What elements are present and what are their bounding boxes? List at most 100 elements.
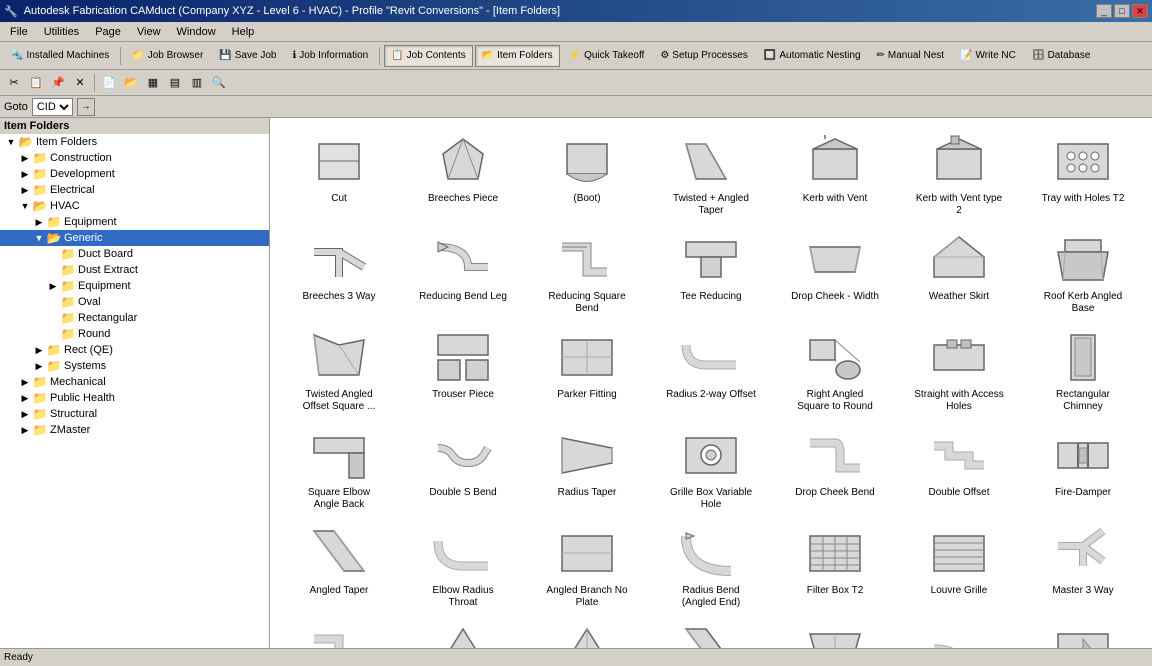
tree-dust-extract[interactable]: 📁 Dust Extract xyxy=(0,262,269,278)
list-item[interactable]: Reducing Bend Leg xyxy=(402,224,524,320)
list-item[interactable]: Kerb with Vent type 2 xyxy=(898,126,1020,222)
list-item[interactable]: Straight with Access Holes xyxy=(898,322,1020,418)
list-item[interactable]: Breeches 3 Way xyxy=(278,224,400,320)
menu-view[interactable]: View xyxy=(131,24,167,40)
quick-takeoff-button[interactable]: ⚡ Quick Takeoff xyxy=(562,45,652,67)
expander[interactable]: ▶ xyxy=(32,361,46,372)
minimize-button[interactable]: _ xyxy=(1096,4,1112,18)
list-item[interactable]: Roof Kerb Angled Base xyxy=(1022,224,1144,320)
tree-rect-qe[interactable]: ▶ 📁 Rect (QE) xyxy=(0,342,269,358)
view3-button[interactable]: ▥ xyxy=(187,73,207,93)
list-item[interactable]: Twisted Angled Offset Square ... xyxy=(278,322,400,418)
menu-window[interactable]: Window xyxy=(171,24,222,40)
search-button[interactable]: 🔍 xyxy=(209,73,229,93)
list-item[interactable]: Tray with Holes T2 xyxy=(1022,126,1144,222)
list-item[interactable]: Double S Bend xyxy=(402,420,524,516)
tree-equipment[interactable]: ▶ 📁 Equipment xyxy=(0,214,269,230)
list-item[interactable]: Grille Box Variable Hole xyxy=(650,420,772,516)
expander[interactable]: ▶ xyxy=(32,217,46,228)
list-item[interactable]: Angled Branch Plate xyxy=(1022,616,1144,648)
goto-select[interactable]: CID xyxy=(32,98,73,116)
list-item[interactable]: Rectangular Chimney xyxy=(1022,322,1144,418)
list-item[interactable]: Square Elbow Angle Back xyxy=(278,420,400,516)
list-item[interactable]: Drop Cheek Bend xyxy=(774,420,896,516)
job-contents-button[interactable]: 📋 Job Contents xyxy=(384,45,472,67)
manual-nest-button[interactable]: ✏ Manual Nest xyxy=(870,45,952,67)
list-item[interactable]: Angled Branch No Plate xyxy=(526,518,648,614)
list-item[interactable]: Kerb with Vent xyxy=(774,126,896,222)
installed-machines-button[interactable]: 🔩 Installed Machines xyxy=(4,45,116,67)
list-item[interactable]: Master 3 Way xyxy=(1022,518,1144,614)
list-item[interactable]: Reducing xyxy=(774,616,896,648)
item-grid-scroll[interactable]: Cut Breeches Piece xyxy=(270,118,1152,648)
job-browser-button[interactable]: 📁 Job Browser xyxy=(125,45,210,67)
tree-equipment2[interactable]: ▶ 📁 Equipment xyxy=(0,278,269,294)
window-controls[interactable]: _ □ ✕ xyxy=(1096,4,1148,18)
tree-systems[interactable]: ▶ 📁 Systems xyxy=(0,358,269,374)
tree-electrical[interactable]: ▶ 📁 Electrical xyxy=(0,182,269,198)
tree-generic[interactable]: ▼ 📂 Generic xyxy=(0,230,269,246)
list-item[interactable]: Twisted + Angled Taper xyxy=(650,126,772,222)
menu-help[interactable]: Help xyxy=(226,24,261,40)
expander[interactable]: ▼ xyxy=(18,201,32,211)
write-nc-button[interactable]: 📝 Write NC xyxy=(953,45,1023,67)
setup-processes-button[interactable]: ⚙ Setup Processes xyxy=(653,45,755,67)
expander[interactable]: ▶ xyxy=(18,425,32,436)
expander[interactable]: ▶ xyxy=(46,281,60,292)
list-item[interactable]: Weather Skirt xyxy=(898,224,1020,320)
expander[interactable]: ▶ xyxy=(32,345,46,356)
list-item[interactable]: Cut xyxy=(278,126,400,222)
list-item[interactable]: Parker Fitting xyxy=(526,322,648,418)
item-folders-button[interactable]: 📂 Item Folders xyxy=(475,45,560,67)
tree-item-folders[interactable]: ▼ 📂 Item Folders xyxy=(0,134,269,150)
list-item[interactable]: Breeches Piece xyxy=(402,126,524,222)
list-item[interactable]: Fire-Damper xyxy=(1022,420,1144,516)
list-item[interactable]: Louvre Grille xyxy=(898,518,1020,614)
open-button[interactable]: 📂 xyxy=(121,73,141,93)
menu-page[interactable]: Page xyxy=(89,24,127,40)
list-item[interactable]: Angled Taper xyxy=(278,518,400,614)
list-item[interactable]: Reducing Square Bend xyxy=(526,224,648,320)
expander[interactable]: ▼ xyxy=(4,137,18,147)
copy-button[interactable]: 📋 xyxy=(26,73,46,93)
tree-structural[interactable]: ▶ 📁 Structural xyxy=(0,406,269,422)
expander[interactable]: ▶ xyxy=(18,169,32,180)
list-item[interactable]: (Boot) xyxy=(526,126,648,222)
tree-oval[interactable]: 📁 Oval xyxy=(0,294,269,310)
goto-arrow-button[interactable]: → xyxy=(77,98,95,116)
tree-hvac[interactable]: ▼ 📂 HVAC xyxy=(0,198,269,214)
tree-construction[interactable]: ▶ 📁 Construction xyxy=(0,150,269,166)
menu-utilities[interactable]: Utilities xyxy=(38,24,85,40)
expander[interactable]: ▶ xyxy=(18,409,32,420)
list-item[interactable]: Tee Reducing xyxy=(650,224,772,320)
expander[interactable]: ▶ xyxy=(18,393,32,404)
restore-button[interactable]: □ xyxy=(1114,4,1130,18)
list-item[interactable]: Trouser Piece xyxy=(402,322,524,418)
list-item[interactable]: Right Angled Square to Round xyxy=(774,322,896,418)
menu-file[interactable]: File xyxy=(4,24,34,40)
expander[interactable]: ▶ xyxy=(18,153,32,164)
view1-button[interactable]: ▦ xyxy=(143,73,163,93)
list-item[interactable]: Radius Bend (Angled End) xyxy=(650,518,772,614)
tree-rectangular[interactable]: 📁 Rectangular xyxy=(0,310,269,326)
tree-mechanical[interactable]: ▶ 📁 Mechanical xyxy=(0,374,269,390)
list-item[interactable]: Elbow Radius xyxy=(898,616,1020,648)
save-job-button[interactable]: 💾 Save Job xyxy=(212,45,283,67)
tree-duct-board[interactable]: 📁 Duct Board xyxy=(0,246,269,262)
expander[interactable]: ▶ xyxy=(18,377,32,388)
automatic-nesting-button[interactable]: 🔲 Automatic Nesting xyxy=(757,45,868,67)
list-item[interactable]: Elbow Radius Throat xyxy=(402,518,524,614)
cut-button[interactable]: ✂ xyxy=(4,73,24,93)
list-item[interactable]: Radius Taper xyxy=(526,420,648,516)
paste-button[interactable]: 📌 xyxy=(48,73,68,93)
tree-development[interactable]: ▶ 📁 Development xyxy=(0,166,269,182)
tree-public-health[interactable]: ▶ 📁 Public Health xyxy=(0,390,269,406)
list-item[interactable]: Double Offset xyxy=(898,420,1020,516)
list-item[interactable]: Master Bend xyxy=(278,616,400,648)
list-item[interactable]: Radius 2-way Offset xyxy=(650,322,772,418)
database-button[interactable]: 🗄 Database xyxy=(1025,45,1098,67)
list-item[interactable]: Pyramid xyxy=(526,616,648,648)
expander[interactable]: ▼ xyxy=(32,233,46,243)
list-item[interactable]: Drop Cheek - Width xyxy=(774,224,896,320)
view2-button[interactable]: ▤ xyxy=(165,73,185,93)
